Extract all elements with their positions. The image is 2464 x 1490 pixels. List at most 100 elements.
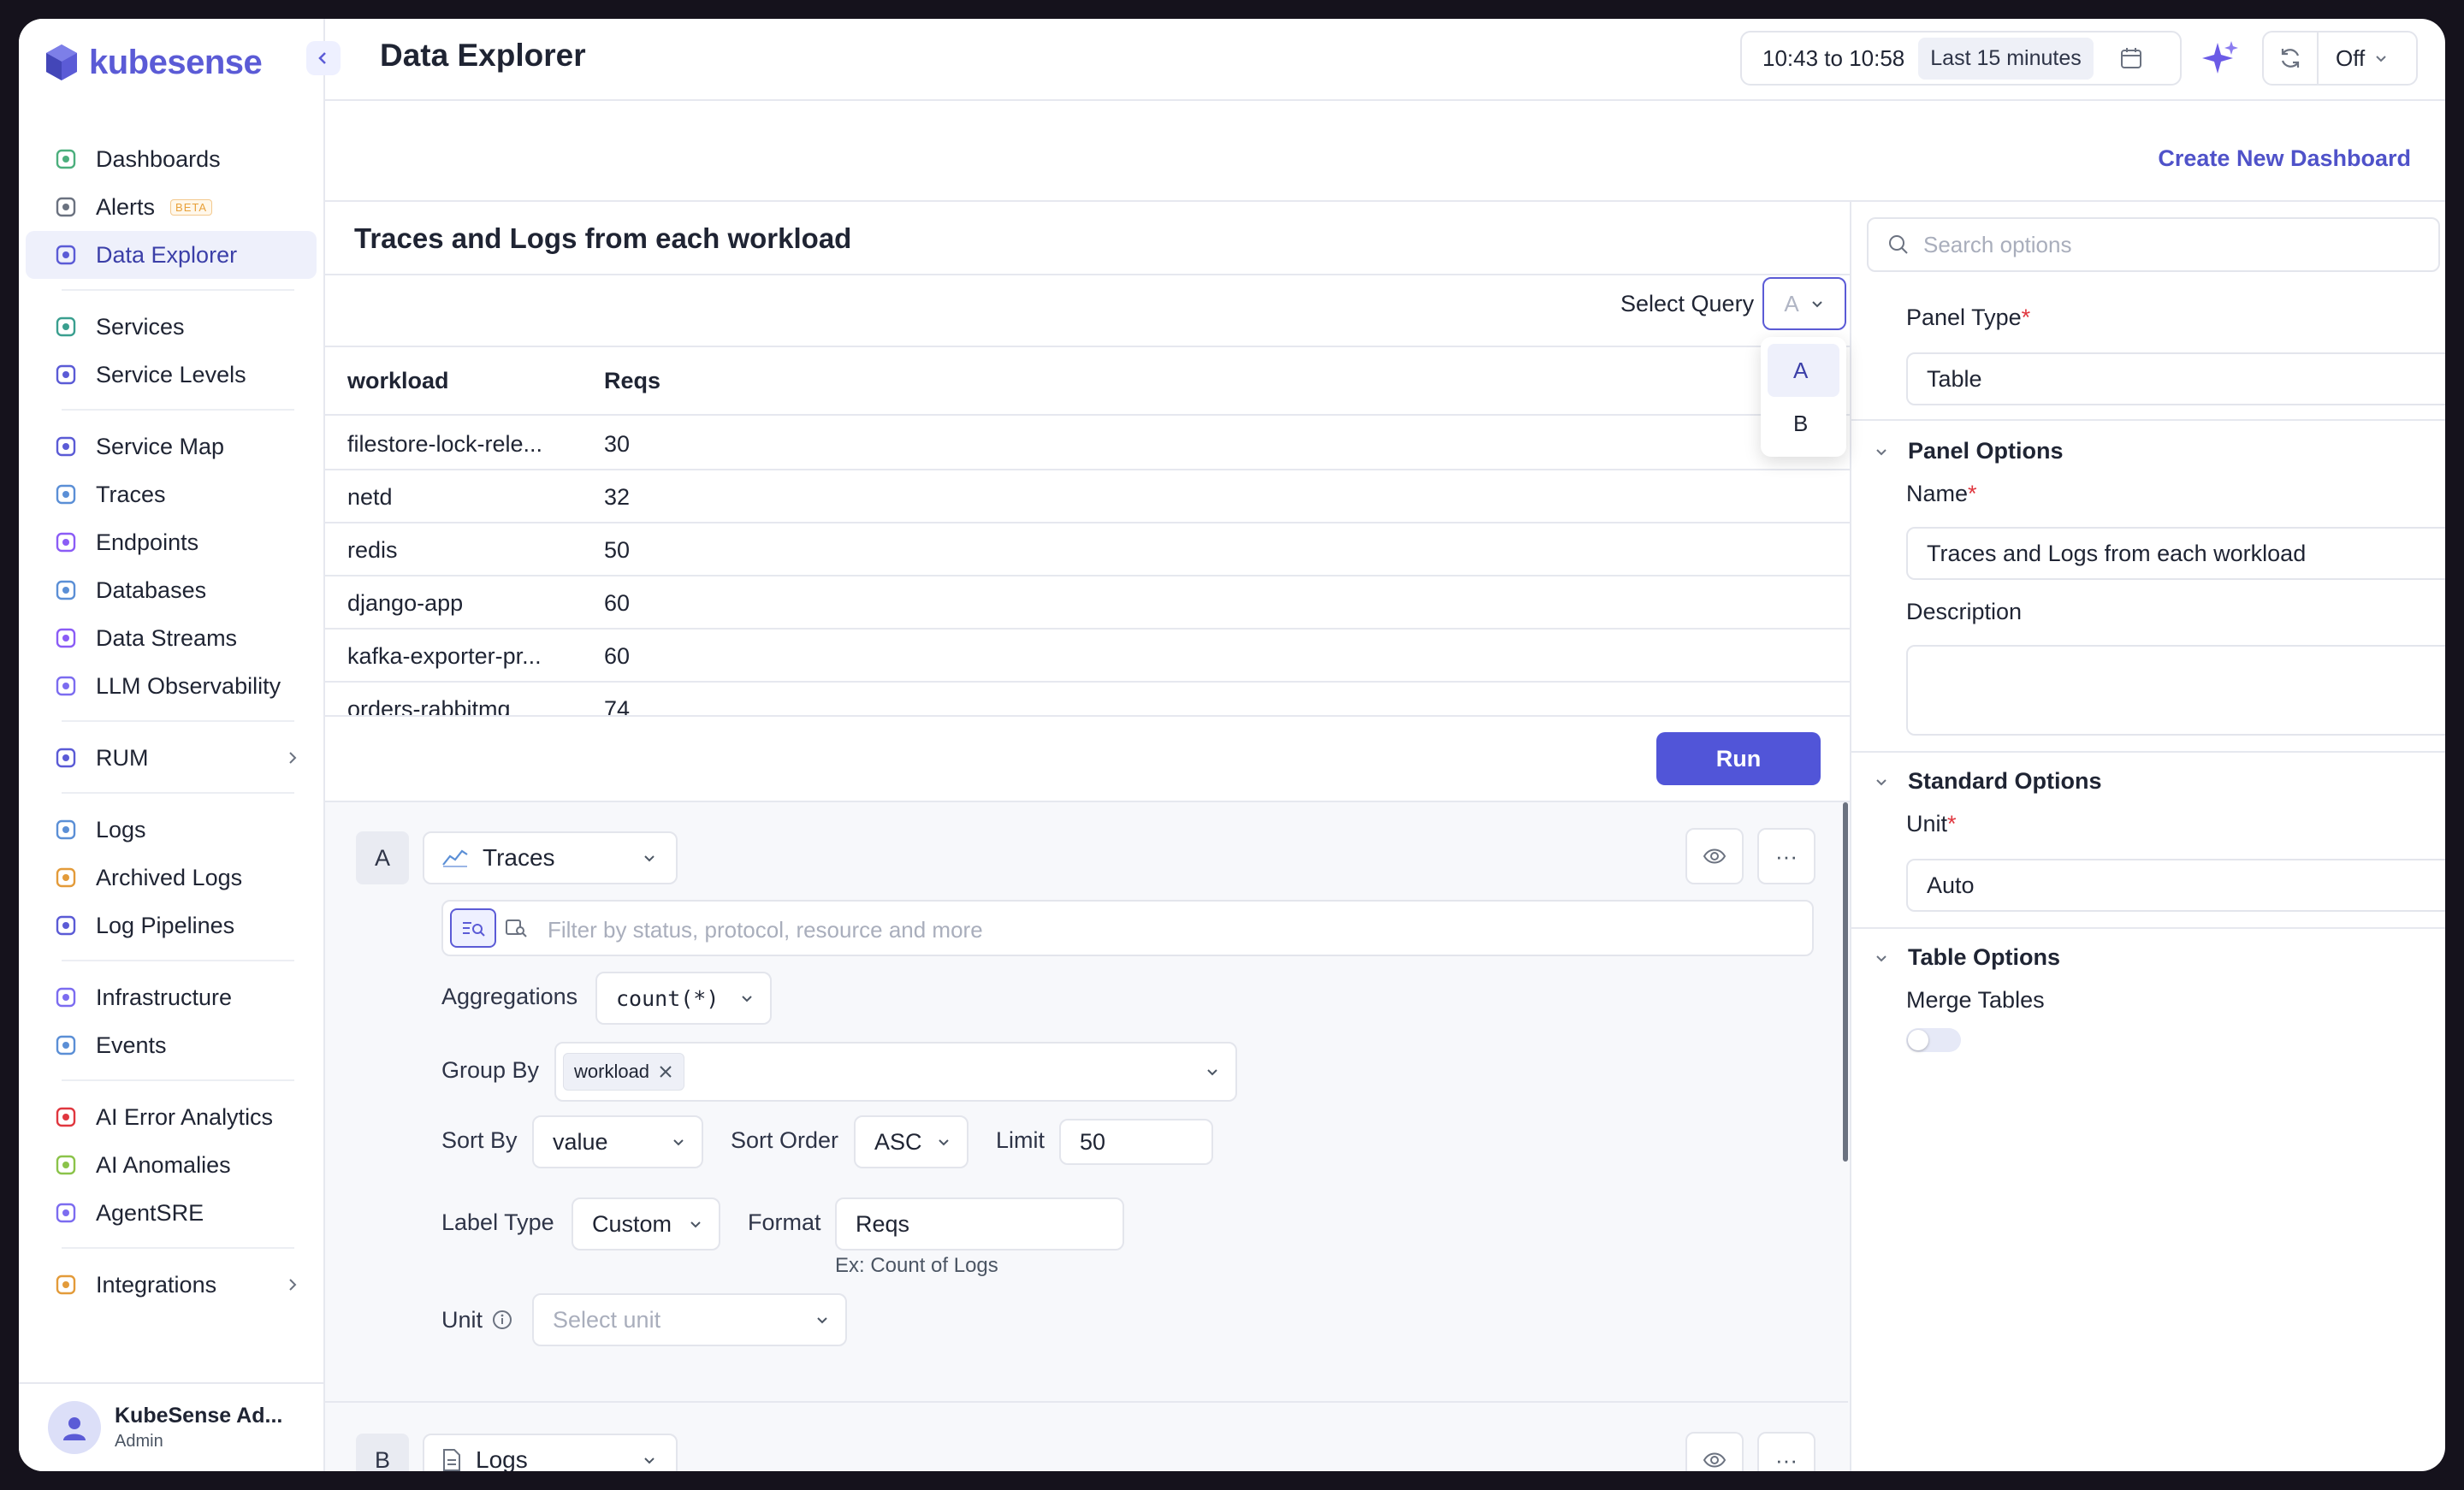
calendar-icon[interactable] — [2119, 46, 2143, 70]
sidebar-item-llm-observability[interactable]: LLM Observability — [26, 662, 317, 710]
beta-badge: BETA — [170, 198, 213, 216]
alert-icon — [51, 192, 80, 222]
unit-placeholder: Select unit — [553, 1306, 661, 1333]
sidebar-item-dashboards[interactable]: Dashboards — [26, 135, 317, 183]
sidebar-item-rum[interactable]: RUM — [26, 734, 317, 782]
data-source-select-a[interactable]: Traces — [423, 831, 678, 884]
sidebar-item-logs[interactable]: Logs — [26, 806, 317, 854]
sidebar-item-archived-logs[interactable]: Archived Logs — [26, 854, 317, 902]
info-icon[interactable] — [491, 1309, 513, 1331]
ai-error-analytics-icon — [51, 1103, 80, 1132]
sort-order-select[interactable]: ASC — [854, 1115, 968, 1168]
chevron-down-icon — [2443, 371, 2445, 387]
format-input[interactable]: Reqs — [835, 1197, 1124, 1251]
aggregation-select[interactable]: count(*) — [595, 972, 772, 1025]
sidebar-item-endpoints[interactable]: Endpoints — [26, 518, 317, 566]
run-button[interactable]: Run — [1656, 732, 1821, 785]
divider — [1851, 927, 2445, 929]
column-header-reqs[interactable]: Reqs — [604, 368, 660, 394]
table-options-section-toggle[interactable]: Table Options — [1874, 944, 2060, 971]
search-options-input[interactable]: Search options — [1867, 217, 2440, 272]
time-preset-chip[interactable]: Last 15 minutes — [1918, 37, 2094, 80]
data-source-select-b[interactable]: Logs — [423, 1434, 678, 1471]
query-option-b[interactable]: B — [1768, 397, 1839, 450]
collapse-sidebar-button[interactable] — [306, 41, 341, 75]
select-query-dropdown[interactable]: A — [1762, 277, 1846, 330]
group-by-tag: workload — [563, 1053, 685, 1091]
sidebar-item-log-pipelines[interactable]: Log Pipelines — [26, 902, 317, 949]
sidebar-item-events[interactable]: Events — [26, 1021, 317, 1069]
eye-icon — [1703, 848, 1727, 864]
sidebar-item-label: Endpoints — [96, 529, 199, 555]
refresh-button[interactable] — [2264, 33, 2319, 84]
ai-sparkle-icon[interactable] — [2199, 38, 2242, 80]
chevron-right-icon — [286, 745, 299, 772]
subheader-bar: Create New Dashboard — [325, 101, 2445, 202]
sidebar-item-ai-anomalies[interactable]: AI Anomalies — [26, 1141, 317, 1189]
standard-options-section-toggle[interactable]: Standard Options — [1874, 768, 2102, 795]
sort-by-select[interactable]: value — [532, 1115, 703, 1168]
sidebar-item-agentsre[interactable]: AgentSRE — [26, 1189, 317, 1237]
group-by-select[interactable]: workload — [554, 1042, 1237, 1102]
filter-ai-mode-button[interactable] — [496, 908, 536, 948]
filter-bar[interactable]: Filter by status, protocol, resource and… — [441, 900, 1814, 956]
name-label: Name* — [1906, 481, 1977, 506]
sidebar-item-data-explorer[interactable]: Data Explorer — [26, 231, 317, 279]
sidebar-item-ai-error-analytics[interactable]: AI Error Analytics — [26, 1093, 317, 1141]
databases-icon — [51, 576, 80, 605]
time-range-picker[interactable]: 10:43 to 10:58 Last 15 minutes — [1740, 31, 2182, 86]
refresh-interval-value: Off — [2336, 44, 2366, 71]
create-new-dashboard-link[interactable]: Create New Dashboard — [2158, 145, 2411, 172]
more-options-button-b[interactable]: ··· — [1757, 1432, 1815, 1471]
sidebar-item-label: Integrations — [96, 1271, 217, 1298]
sidebar-item-alerts[interactable]: Alerts BETA — [26, 183, 317, 231]
name-input[interactable]: Traces and Logs from each workload — [1906, 527, 2445, 580]
logo[interactable]: kubesense — [44, 39, 263, 86]
table-body[interactable]: filestore-lock-rele... 30 netd 32 redis … — [325, 417, 1850, 715]
sidebar-item-label: Infrastructure — [96, 984, 233, 1010]
user-icon — [63, 1417, 86, 1440]
chevron-down-icon — [644, 855, 654, 862]
sidebar-item-services[interactable]: Services — [26, 303, 317, 351]
infrastructure-icon — [51, 983, 80, 1012]
group-by-tag-label: workload — [574, 1061, 650, 1082]
panel-type-select[interactable]: Table — [1906, 352, 2445, 405]
sidebar-item-service-map[interactable]: Service Map — [26, 423, 317, 470]
filter-placeholder: Filter by status, protocol, resource and… — [548, 917, 983, 943]
refresh-interval-select[interactable]: Off — [2319, 45, 2389, 72]
limit-label: Limit — [996, 1127, 1045, 1153]
panel-options-section-toggle[interactable]: Panel Options — [1874, 438, 2064, 464]
format-hint: Ex: Count of Logs — [835, 1254, 998, 1277]
query-option-a[interactable]: A — [1768, 344, 1839, 397]
sidebar-item-data-streams[interactable]: Data Streams — [26, 614, 317, 662]
unit-option-select[interactable]: Auto — [1906, 859, 2445, 912]
scrollbar[interactable] — [1843, 802, 1848, 1162]
merge-tables-toggle[interactable] — [1906, 1028, 1961, 1052]
sidebar-item-databases[interactable]: Databases — [26, 566, 317, 614]
sidebar-item-label: Alerts — [96, 193, 156, 220]
close-icon[interactable] — [658, 1064, 673, 1079]
sidebar-item-label: Traces — [96, 481, 166, 507]
sidebar-item-label: Databases — [96, 576, 207, 603]
toggle-visibility-button-b[interactable] — [1685, 1432, 1744, 1471]
limit-input[interactable]: 50 — [1059, 1119, 1213, 1165]
column-header-workload[interactable]: workload — [347, 368, 449, 394]
description-textarea[interactable] — [1906, 645, 2445, 736]
cell-workload: django-app — [347, 590, 464, 616]
unit-label: Unit — [441, 1307, 483, 1333]
sidebar-item-service-levels[interactable]: Service Levels — [26, 351, 317, 399]
sidebar-item-label: Events — [96, 1032, 167, 1058]
label-type-select[interactable]: Custom — [572, 1197, 720, 1251]
sidebar-item-label: Logs — [96, 816, 146, 843]
filter-builder-mode-button[interactable] — [450, 908, 496, 948]
ai-anomalies-icon — [51, 1150, 80, 1180]
integrations-icon — [51, 1270, 80, 1299]
sidebar-item-integrations[interactable]: Integrations — [26, 1261, 317, 1309]
toggle-visibility-button-a[interactable] — [1685, 828, 1744, 884]
more-options-button-a[interactable]: ··· — [1757, 828, 1815, 884]
sidebar-item-label: AI Error Analytics — [96, 1103, 274, 1130]
user-profile[interactable]: KubeSense Ad... Admin — [19, 1382, 325, 1471]
sidebar-item-traces[interactable]: Traces — [26, 470, 317, 518]
unit-select[interactable]: Select unit — [532, 1293, 847, 1346]
sidebar-item-infrastructure[interactable]: Infrastructure — [26, 973, 317, 1021]
